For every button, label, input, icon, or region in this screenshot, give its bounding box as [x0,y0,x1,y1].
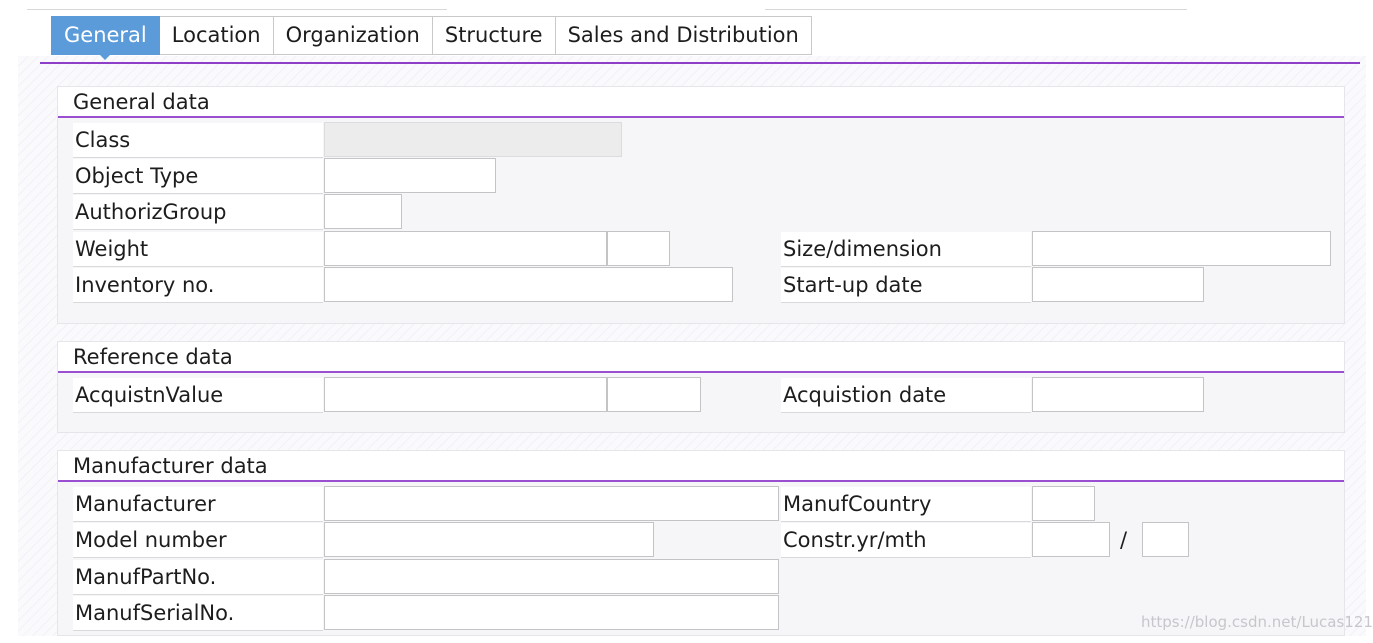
tab-strip: General Location Organization Structure … [51,16,812,60]
start-up-date-label: Start-up date [781,268,1031,303]
manufacturer-data-group: Manufacturer data Manufacturer ManufCoun… [57,450,1345,636]
size-dimension-field[interactable] [1032,231,1331,266]
manuf-part-no-label: ManufPartNo. [73,560,323,595]
weight-field[interactable] [324,231,607,266]
authoriz-group-field[interactable] [324,194,402,229]
acquisition-value-field[interactable] [324,377,607,412]
model-number-field[interactable] [324,522,654,557]
tab-organization[interactable]: Organization [273,16,433,55]
tab-underline [40,62,1360,64]
reference-data-group: Reference data AcquistnValue Acquistion … [57,341,1345,433]
watermark-text: https://blog.csdn.net/Lucas1211 [1141,613,1373,631]
object-type-field[interactable] [324,158,496,193]
start-up-date-field[interactable] [1032,267,1204,302]
manuf-serial-no-field[interactable] [324,595,779,630]
constr-separator: / [1120,528,1128,552]
top-divider-left [27,9,447,10]
manuf-country-label: ManufCountry [781,487,1031,522]
general-data-header: General data [58,87,1344,118]
class-field [324,122,622,157]
manufacturer-field[interactable] [324,486,779,521]
reference-data-title: Reference data [73,345,233,369]
object-type-label: Object Type [73,159,323,194]
manuf-serial-no-label: ManufSerialNo. [73,596,323,631]
general-data-group: General data Class Object Type AuthorizG… [57,86,1345,324]
tab-sales-and-distribution[interactable]: Sales and Distribution [555,16,812,55]
constr-year-field[interactable] [1032,522,1110,557]
authoriz-group-label: AuthorizGroup [73,195,323,230]
top-divider-right [765,9,1187,10]
inventory-no-label: Inventory no. [73,268,323,303]
acquisition-value-label: AcquistnValue [73,378,323,413]
reference-data-header: Reference data [58,342,1344,373]
constr-yr-mth-label: Constr.yr/mth [781,523,1031,558]
manufacturer-data-header: Manufacturer data [58,451,1344,482]
constr-month-field[interactable] [1142,522,1189,557]
tab-location[interactable]: Location [159,16,274,55]
manuf-part-no-field[interactable] [324,559,779,594]
weight-label: Weight [73,232,323,267]
class-label: Class [73,123,323,158]
weight-unit-field[interactable] [607,231,670,266]
model-number-label: Model number [73,523,323,558]
manuf-country-field[interactable] [1032,486,1095,521]
acquisition-date-field[interactable] [1032,377,1204,412]
inventory-no-field[interactable] [324,267,733,302]
acquisition-currency-field[interactable] [607,377,701,412]
size-dimension-label: Size/dimension [781,232,1031,267]
manufacturer-data-title: Manufacturer data [73,454,268,478]
general-data-title: General data [73,90,210,114]
acquisition-date-label: Acquistion date [781,378,1031,413]
tab-general[interactable]: General [51,16,160,60]
manufacturer-label: Manufacturer [73,487,323,522]
tab-structure[interactable]: Structure [432,16,556,55]
